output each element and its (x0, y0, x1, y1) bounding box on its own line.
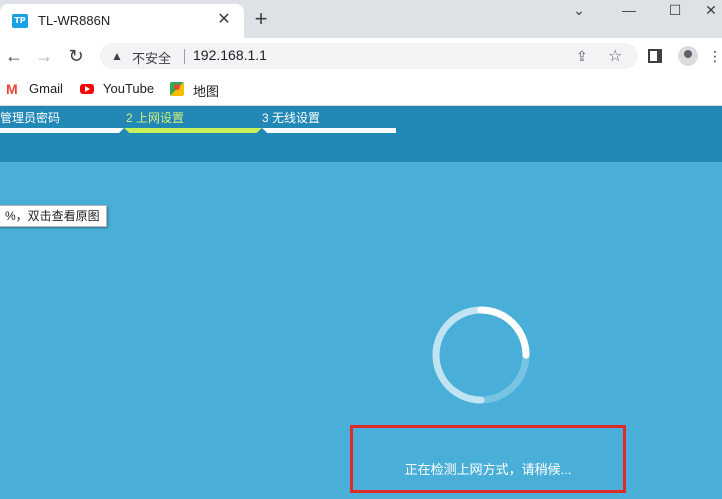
forward-arrow-icon[interactable]: → (32, 44, 56, 68)
url-text[interactable]: 192.168.1.1 (193, 47, 267, 63)
step-internet-settings: 2 上网设置 (126, 111, 185, 125)
bookmarks-bar: M Gmail YouTube 地图 (0, 74, 722, 106)
star-icon[interactable]: ☆ (608, 46, 622, 66)
side-panel-icon[interactable] (648, 49, 662, 63)
omnibox-separator (184, 49, 185, 64)
browser-tab-strip: TP TL-WR886N ✕ + ⌄ — ☐ ✕ (0, 0, 722, 38)
kebab-menu-icon[interactable]: ⋮ (708, 46, 722, 66)
warning-triangle-icon[interactable]: ▲ (110, 49, 124, 63)
share-icon[interactable]: ⇪ (576, 48, 588, 65)
tab-search-chevron-icon[interactable]: ⌄ (556, 0, 602, 22)
bookmark-label: 地图 (193, 84, 220, 99)
reload-icon[interactable]: ↻ (64, 44, 88, 68)
loading-spinner-icon (432, 306, 530, 404)
back-arrow-icon[interactable]: ← (2, 44, 26, 68)
status-highlight-box: 正在检测上网方式，请稍候... (350, 425, 626, 493)
step-wireless-settings: 3 无线设置 (262, 111, 321, 125)
close-window-button[interactable]: ✕ (700, 0, 722, 22)
browser-tab[interactable]: TP TL-WR886N ✕ (0, 4, 244, 38)
step-admin-password: 管理员密码 (0, 111, 61, 125)
profile-icon[interactable] (678, 46, 698, 66)
maps-icon (170, 82, 184, 96)
tab-title: TL-WR886N (38, 13, 111, 28)
new-tab-button[interactable]: + (250, 8, 272, 31)
step-3-progress-segment (262, 128, 396, 133)
youtube-icon (80, 84, 94, 94)
bookmark-label: YouTube (103, 81, 155, 96)
detecting-connection-status: 正在检测上网方式，请稍候... (404, 462, 572, 477)
image-zoom-tooltip: %，双击查看原图 (0, 205, 107, 227)
step-1-progress-segment (0, 128, 124, 133)
minimize-button[interactable]: — (606, 0, 652, 22)
browser-toolbar: ← → ↻ ▲ 不安全 192.168.1.1 ⇪ ☆ ⋮ (0, 38, 722, 74)
bookmark-label: Gmail (29, 81, 63, 96)
tp-link-favicon-icon: TP (12, 14, 28, 28)
gmail-icon: M (6, 81, 18, 97)
tab-close-icon[interactable]: ✕ (214, 10, 234, 30)
setup-wizard-header: 管理员密码 2 上网设置 3 无线设置 (0, 106, 722, 162)
maximize-button[interactable]: ☐ (652, 0, 698, 22)
security-label[interactable]: 不安全 (132, 48, 171, 67)
step-2-progress-segment-active (124, 128, 262, 133)
address-bar[interactable]: ▲ 不安全 192.168.1.1 ⇪ ☆ (100, 43, 638, 69)
